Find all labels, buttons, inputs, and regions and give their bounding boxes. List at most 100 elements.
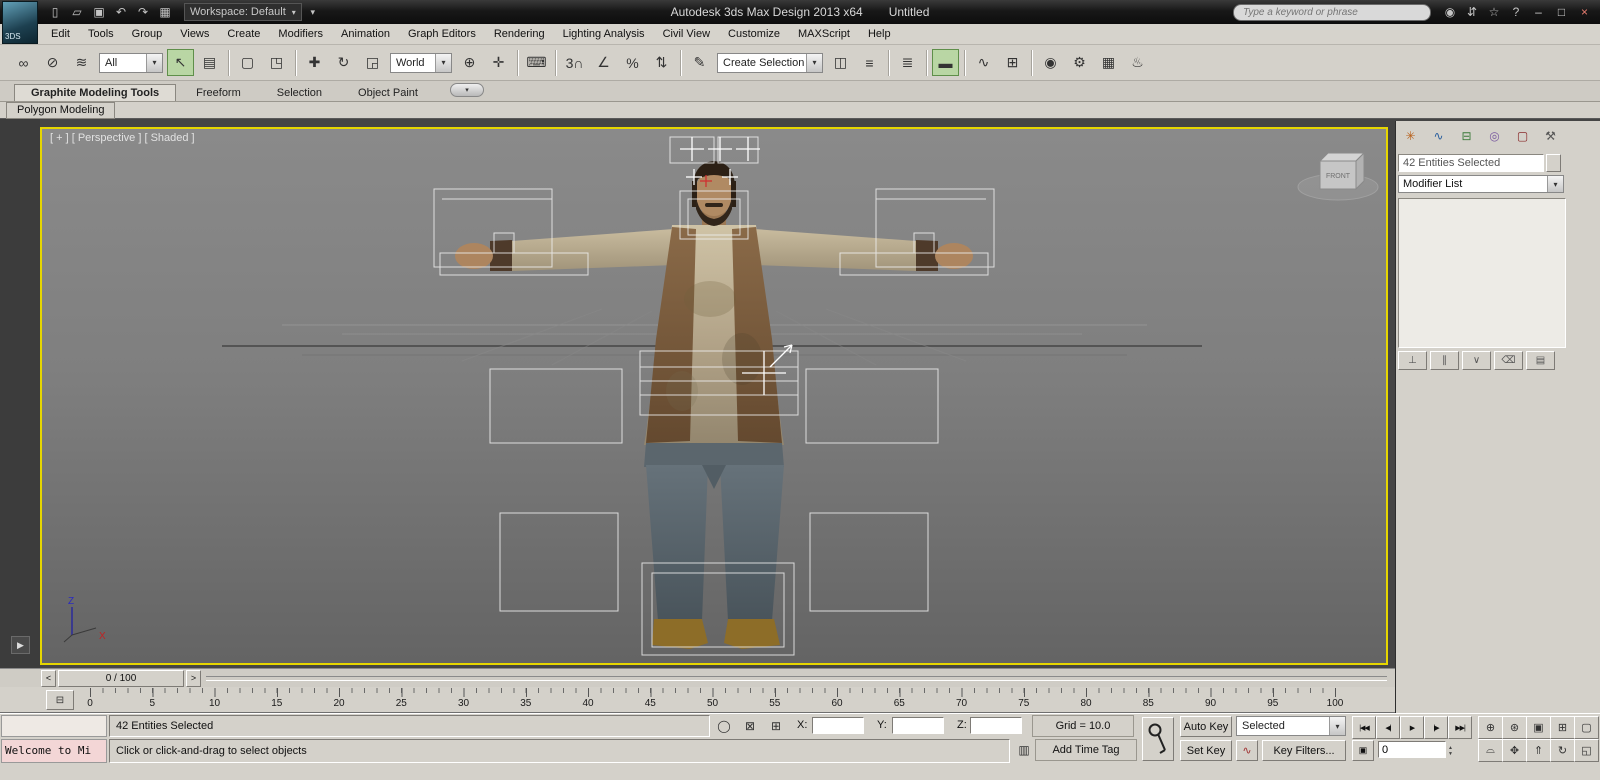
lock-selection-toggle-icon[interactable]: ⊠	[740, 717, 760, 735]
snaps-toggle-icon[interactable]: 3∩	[561, 49, 588, 76]
window-crossing-toggle-icon[interactable]: ◳	[263, 49, 290, 76]
perspective-viewport[interactable]: [ + ] [ Perspective ] [ Shaded ]	[40, 127, 1388, 665]
key-mode-toggle-button[interactable]: ▣	[1352, 740, 1374, 761]
show-end-result-button[interactable]: ∥	[1430, 351, 1459, 370]
help-icon[interactable]: ?	[1506, 3, 1526, 21]
maximize-button[interactable]: □	[1550, 3, 1573, 21]
menu-item[interactable]: Customize	[719, 24, 789, 45]
add-time-tag[interactable]: Add Time Tag	[1035, 739, 1137, 761]
spinner-snap-icon[interactable]: ⇅	[648, 49, 675, 76]
select-and-manipulate-icon[interactable]: ✛	[485, 49, 512, 76]
unlink-selection-icon[interactable]: ⊘	[39, 49, 66, 76]
named-selection-dropdown[interactable]: Create Selection Se▾	[717, 53, 823, 73]
redo-icon[interactable]: ↷	[133, 3, 153, 21]
menu-item[interactable]: Animation	[332, 24, 399, 45]
tab-hierarchy[interactable]: ⊟	[1455, 127, 1478, 145]
workspace-dropdown[interactable]: Workspace: Default ▾	[184, 3, 302, 21]
go-to-start-button[interactable]: |◀◀	[1352, 716, 1376, 739]
viewcube[interactable]: FRONT	[1298, 153, 1378, 200]
pin-stack-button[interactable]: ⊥	[1398, 351, 1427, 370]
named-selection-field[interactable]	[1398, 154, 1544, 172]
remove-modifier-button[interactable]: ⌫	[1494, 351, 1523, 370]
y-coordinate-input[interactable]	[892, 717, 944, 734]
next-frame-button[interactable]: |▶	[1424, 716, 1448, 739]
search-input[interactable]	[1233, 4, 1431, 21]
track-bar[interactable]: ⊟ 05101520253035404550556065707580859095…	[0, 687, 1395, 713]
isolate-selection-toggle-icon[interactable]: ◯	[714, 717, 734, 735]
chevron-down-icon[interactable]: ▾	[146, 54, 162, 72]
menu-item[interactable]: Lighting Analysis	[554, 24, 654, 45]
previous-frame-button[interactable]: ◀|	[1376, 716, 1400, 739]
select-and-scale-icon[interactable]: ◲	[359, 49, 386, 76]
mirror-icon[interactable]: ◫	[827, 49, 854, 76]
select-by-name-icon[interactable]: ▤	[196, 49, 223, 76]
open-mini-curve-editor-button[interactable]: ⊟	[46, 690, 74, 710]
ribbon-tab[interactable]: Object Paint	[342, 85, 434, 101]
time-slider-handle[interactable]: 0 / 100	[58, 670, 184, 687]
material-editor-icon[interactable]: ◉	[1037, 49, 1064, 76]
time-slider-prev-button[interactable]: <	[41, 670, 56, 687]
selection-set-list-button[interactable]	[1546, 154, 1561, 172]
undo-icon[interactable]: ↶	[111, 3, 131, 21]
ribbon-tab[interactable]: Graphite Modeling Tools	[14, 84, 176, 101]
save-file-icon[interactable]: ▣	[89, 3, 109, 21]
tab-modify[interactable]: ∿	[1427, 127, 1450, 145]
minimize-button[interactable]: –	[1527, 3, 1550, 21]
menu-item[interactable]: Edit	[42, 24, 79, 45]
go-to-end-button[interactable]: ▶▶|	[1448, 716, 1472, 739]
z-coordinate-input[interactable]	[970, 717, 1022, 734]
frame-spinner[interactable]: ▲ ▼	[1448, 740, 1460, 761]
pan-icon[interactable]: ✥	[1502, 739, 1527, 762]
toolbar-overflow-icon[interactable]: ▾	[303, 3, 323, 21]
current-frame-input[interactable]	[1378, 741, 1446, 758]
x-coordinate-input[interactable]	[812, 717, 864, 734]
open-file-icon[interactable]: ▱	[67, 3, 87, 21]
select-object-icon[interactable]: ↖	[167, 49, 194, 76]
render-production-icon[interactable]: ♨	[1124, 49, 1151, 76]
modifier-list-dropdown[interactable]: Modifier List ▾	[1398, 175, 1564, 193]
key-filters-button[interactable]: Key Filters...	[1262, 740, 1346, 761]
viewport-label[interactable]: [ + ] [ Perspective ] [ Shaded ]	[50, 132, 195, 144]
render-setup-icon[interactable]: ⚙	[1066, 49, 1093, 76]
zoom-extents-icon[interactable]: ▣	[1526, 716, 1551, 739]
rendered-frame-window-icon[interactable]: ▦	[1095, 49, 1122, 76]
tab-display[interactable]: ▢	[1511, 127, 1534, 145]
expand-panel-button[interactable]: ▶	[11, 636, 30, 654]
chevron-down-icon[interactable]: ▾	[435, 54, 451, 72]
ribbon-minimize-toggle[interactable]: ▾	[450, 83, 484, 97]
auto-key-button[interactable]: Auto Key	[1180, 716, 1232, 737]
use-pivot-point-icon[interactable]: ⊕	[456, 49, 483, 76]
schematic-view-icon[interactable]: ⊞	[999, 49, 1026, 76]
zoom-extents-all-icon[interactable]: ⊞	[1550, 716, 1575, 739]
reference-coordinate-dropdown[interactable]: World▾	[390, 53, 452, 73]
chevron-down-icon[interactable]: ▾	[1547, 176, 1563, 192]
align-icon[interactable]: ≡	[856, 49, 883, 76]
viewcube-face-label[interactable]: FRONT	[1326, 173, 1351, 180]
time-slider-next-button[interactable]: >	[186, 670, 201, 687]
menu-item[interactable]: Civil View	[654, 24, 719, 45]
rectangular-selection-region-icon[interactable]: ▢	[234, 49, 261, 76]
tab-motion[interactable]: ◎	[1483, 127, 1506, 145]
viewport-canvas[interactable]: FRONT Z X	[42, 129, 1386, 663]
selected-keys-dropdown[interactable]: Selected ▾	[1236, 716, 1346, 736]
select-and-move-icon[interactable]: ✚	[301, 49, 328, 76]
menu-item[interactable]: Graph Editors	[399, 24, 485, 45]
configure-modifier-sets-button[interactable]: ▤	[1526, 351, 1555, 370]
angle-snap-icon[interactable]: ∠	[590, 49, 617, 76]
make-unique-button[interactable]: ∨	[1462, 351, 1491, 370]
play-animation-button[interactable]: ▶	[1400, 716, 1424, 739]
time-slider-track[interactable]	[206, 676, 1387, 681]
maximize-viewport-toggle-icon[interactable]: ◱	[1574, 739, 1599, 762]
tab-utilities[interactable]: ⚒	[1539, 127, 1562, 145]
absolute-offset-toggle-icon[interactable]: ⊞	[766, 717, 786, 735]
default-in-out-tangent-button[interactable]: ∿	[1236, 740, 1258, 761]
menu-item[interactable]: Rendering	[485, 24, 554, 45]
chevron-down-icon[interactable]: ▾	[806, 54, 822, 72]
menu-item[interactable]: MAXScript	[789, 24, 859, 45]
layer-manager-icon[interactable]: ≣	[894, 49, 921, 76]
field-of-view-icon[interactable]: ⌓	[1478, 739, 1503, 762]
zoom-all-icon[interactable]: ⊛	[1502, 716, 1527, 739]
set-key-button[interactable]: Set Key	[1180, 740, 1232, 761]
maxscript-mini-listener[interactable]: Welcome to Mi	[1, 739, 107, 763]
menu-item[interactable]: Views	[171, 24, 218, 45]
